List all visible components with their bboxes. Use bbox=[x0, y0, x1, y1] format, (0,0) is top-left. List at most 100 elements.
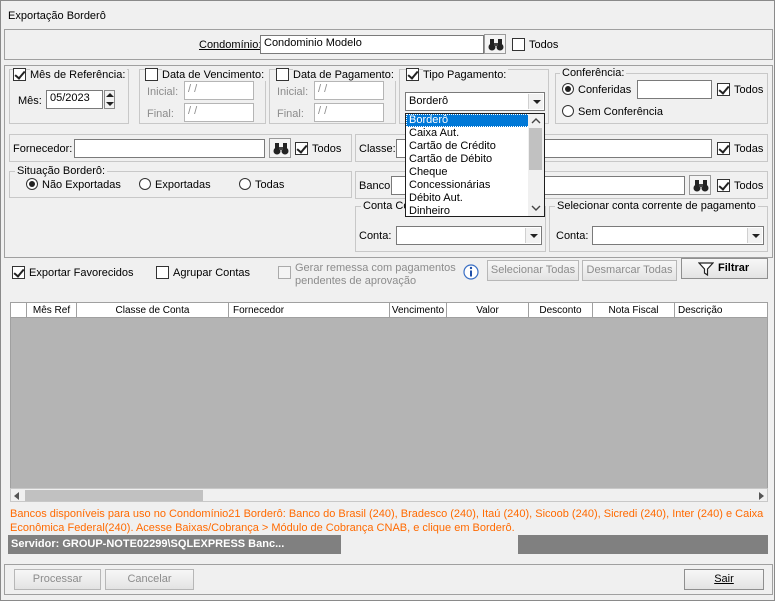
list-item[interactable]: Cartão de Crédito bbox=[406, 140, 544, 153]
bancos-note: Bancos disponíveis para uso no Condomíni… bbox=[10, 508, 764, 534]
status-panel-right bbox=[518, 535, 768, 554]
column-header[interactable]: Mês Ref bbox=[27, 303, 77, 318]
data-venc-final-input[interactable]: / / bbox=[184, 103, 254, 122]
nao-exportadas-radio[interactable] bbox=[26, 178, 38, 190]
conta-co-select[interactable] bbox=[396, 226, 542, 245]
conferidas-input[interactable] bbox=[637, 80, 712, 99]
tipo-pag-selected: Borderô bbox=[409, 95, 449, 107]
sem-conferencia-radio[interactable] bbox=[562, 105, 574, 117]
classe-label: Classe: bbox=[359, 143, 396, 155]
agrupar-contas-checkbox[interactable] bbox=[156, 266, 169, 279]
data-pag-final-input[interactable]: / / bbox=[314, 103, 384, 122]
tipo-pag-label: Tipo Pagamento: bbox=[423, 69, 509, 81]
mes-spinner[interactable] bbox=[104, 90, 115, 109]
data-pag-inicial-input[interactable]: / / bbox=[314, 81, 384, 100]
gerar-remessa-checkbox[interactable] bbox=[278, 266, 291, 279]
selecionar-todas-button[interactable]: Selecionar Todas bbox=[487, 260, 579, 281]
condominio-search-button[interactable] bbox=[484, 34, 506, 54]
list-item[interactable]: Borderô bbox=[406, 114, 544, 127]
list-item[interactable]: Dinheiro bbox=[406, 205, 544, 218]
condominio-panel: Condomínio: Condominio Modelo Todos bbox=[4, 29, 773, 60]
banco-search-button[interactable] bbox=[689, 175, 711, 195]
tipo-pag-select[interactable]: Borderô bbox=[405, 92, 545, 111]
condominio-input[interactable]: Condominio Modelo bbox=[260, 35, 484, 54]
chevron-down-icon bbox=[747, 228, 762, 243]
agrupar-contas-label: Agrupar Contas bbox=[173, 267, 251, 279]
data-pag-final-label: Final: bbox=[277, 108, 304, 120]
info-icon[interactable] bbox=[463, 264, 479, 280]
desmarcar-todas-button[interactable]: Desmarcar Todas bbox=[582, 260, 677, 281]
binoculars-icon bbox=[488, 39, 504, 51]
sem-conferencia-label: Sem Conferência bbox=[578, 106, 663, 118]
binoculars-icon bbox=[693, 180, 709, 192]
todas-label: Todas bbox=[255, 179, 285, 191]
scroll-right-icon[interactable] bbox=[759, 492, 764, 500]
list-item[interactable]: Concessionárias bbox=[406, 179, 544, 192]
scrollbar-thumb[interactable] bbox=[529, 128, 542, 170]
column-header[interactable]: Nota Fiscal bbox=[593, 303, 675, 318]
conta-pag-conta-label: Conta: bbox=[556, 230, 589, 242]
mes-input[interactable]: 05/2023 bbox=[46, 90, 103, 109]
chevron-down-icon bbox=[525, 228, 540, 243]
column-header[interactable]: Valor bbox=[447, 303, 529, 318]
exportadas-label: Exportadas bbox=[155, 179, 211, 191]
filtrar-button[interactable]: Filtrar bbox=[681, 258, 768, 279]
table-header: Mês Ref Classe de Conta Fornecedor Venci… bbox=[10, 302, 768, 318]
situacao-label: Situação Borderô: bbox=[15, 165, 108, 177]
conferencia-todos-label: Todos bbox=[734, 84, 764, 96]
todas-radio[interactable] bbox=[239, 178, 251, 190]
data-venc-inicial-input[interactable]: / / bbox=[184, 81, 254, 100]
condominio-todos-checkbox[interactable] bbox=[512, 38, 525, 51]
mes-label: Mês: bbox=[18, 95, 42, 107]
classe-todos-checkbox[interactable] bbox=[717, 142, 730, 155]
tipo-pag-dropdown-list[interactable]: Borderô Caixa Aut. Cartão de Crédito Car… bbox=[405, 113, 545, 217]
conferidas-radio[interactable] bbox=[562, 83, 574, 95]
list-item[interactable]: Débito Aut. bbox=[406, 192, 544, 205]
dropdown-scrollbar[interactable] bbox=[528, 114, 544, 216]
data-pag-checkbox[interactable] bbox=[276, 68, 289, 81]
nao-exportadas-label: Não Exportadas bbox=[42, 179, 121, 191]
conferencia-label: Conferência: bbox=[560, 67, 627, 79]
mes-ref-checkbox[interactable] bbox=[13, 68, 26, 81]
horizontal-scrollbar[interactable] bbox=[10, 488, 768, 502]
banco-todos-checkbox[interactable] bbox=[717, 179, 730, 192]
exportar-favorecidos-checkbox[interactable] bbox=[12, 266, 25, 279]
conta-co-label: Conta Co bbox=[361, 200, 412, 212]
processar-button[interactable]: Processar bbox=[14, 569, 101, 590]
banco-label: Banco: bbox=[359, 180, 394, 192]
conferidas-label: Conferidas bbox=[578, 84, 632, 96]
window-title: Exportação Borderô bbox=[8, 10, 106, 22]
cancelar-button[interactable]: Cancelar bbox=[105, 569, 194, 590]
column-header[interactable]: Classe de Conta bbox=[77, 303, 229, 318]
title-bar: Exportação Borderô bbox=[2, 2, 773, 29]
column-header[interactable]: Descrição bbox=[675, 303, 767, 318]
tipo-pag-checkbox[interactable] bbox=[406, 68, 419, 81]
fornecedor-label: Fornecedor: bbox=[13, 143, 73, 155]
data-pag-label: Data de Pagamento: bbox=[293, 69, 396, 81]
fornecedor-todos-label: Todos bbox=[312, 143, 342, 155]
conferencia-todos-checkbox[interactable] bbox=[717, 83, 730, 96]
sair-button[interactable]: Sair bbox=[684, 569, 764, 590]
chevron-down-icon[interactable] bbox=[531, 204, 541, 212]
table-body[interactable] bbox=[10, 318, 768, 488]
data-venc-inicial-label: Inicial: bbox=[147, 86, 179, 98]
list-item[interactable]: Cheque bbox=[406, 166, 544, 179]
list-item[interactable]: Cartão de Débito bbox=[406, 153, 544, 166]
chevron-up-icon[interactable] bbox=[531, 117, 541, 125]
fornecedor-input[interactable] bbox=[74, 139, 265, 158]
exportar-favorecidos-label: Exportar Favorecidos bbox=[29, 267, 134, 279]
fornecedor-search-button[interactable] bbox=[269, 138, 291, 158]
data-venc-checkbox[interactable] bbox=[145, 68, 158, 81]
conta-pag-select[interactable] bbox=[592, 226, 764, 245]
scrollbar-thumb[interactable] bbox=[25, 490, 203, 501]
fornecedor-todos-checkbox[interactable] bbox=[295, 142, 308, 155]
list-item[interactable]: Caixa Aut. bbox=[406, 127, 544, 140]
column-header[interactable]: Desconto bbox=[529, 303, 593, 318]
column-header[interactable]: Vencimento bbox=[390, 303, 447, 318]
data-venc-final-label: Final: bbox=[147, 108, 174, 120]
data-venc-label: Data de Vencimento: bbox=[162, 69, 267, 81]
column-header[interactable]: Fornecedor bbox=[229, 303, 390, 318]
scroll-left-icon[interactable] bbox=[14, 492, 19, 500]
chevron-down-icon bbox=[528, 94, 543, 109]
exportadas-radio[interactable] bbox=[139, 178, 151, 190]
